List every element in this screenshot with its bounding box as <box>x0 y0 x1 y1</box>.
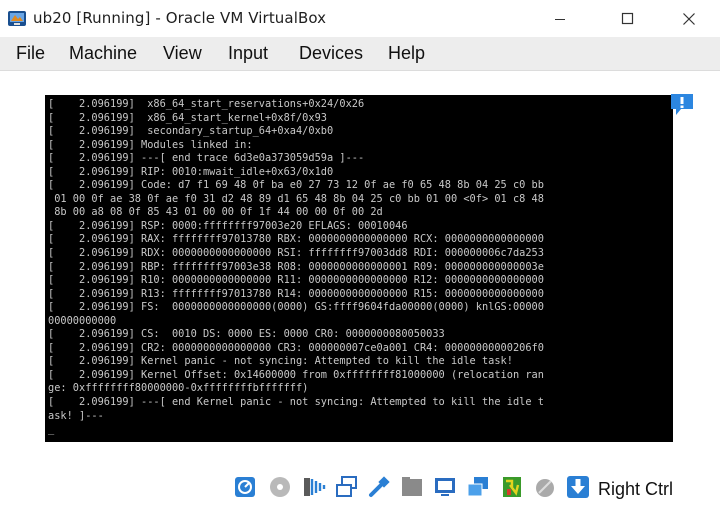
console-line: [ 2.096199] Kernel Offset: 0x14600000 fr… <box>48 368 544 381</box>
close-button[interactable] <box>666 0 712 37</box>
network-icon[interactable] <box>335 475 359 499</box>
menu-file[interactable]: File <box>16 43 45 64</box>
console-line: [ 2.096199] RAX: ffffffff97013780 RBX: 0… <box>48 233 544 246</box>
guest-console[interactable]: [ 2.096199] x86_64_start_reservations+0x… <box>45 95 673 442</box>
cpu-activity-icon[interactable] <box>500 475 524 499</box>
console-line: 00000000000 <box>48 314 117 327</box>
optical-drive-icon[interactable] <box>268 475 292 499</box>
console-line: [ 2.096199] Kernel panic - not syncing: … <box>48 355 513 368</box>
notification-exclamation-icon[interactable] <box>669 91 695 117</box>
display-icon[interactable] <box>433 475 457 499</box>
console-line: 01 00 0f ae 38 0f ae f0 31 d2 48 89 d1 6… <box>48 192 544 205</box>
close-icon <box>683 12 695 25</box>
hard-disk-icon[interactable] <box>233 475 257 499</box>
minimize-button[interactable] <box>537 0 583 37</box>
host-key-arrow-icon[interactable] <box>566 475 590 499</box>
host-key-label: Right Ctrl <box>598 479 674 499</box>
console-line: _ <box>48 423 55 436</box>
shared-folders-icon[interactable] <box>400 475 424 499</box>
vm-display-area[interactable]: [ 2.096199] x86_64_start_reservations+0x… <box>0 71 720 467</box>
menu-help[interactable]: Help <box>388 43 425 64</box>
virtualbox-icon <box>8 11 26 26</box>
console-line: [ 2.096199] FS: 0000000000000000(0000) G… <box>48 301 544 314</box>
video-capture-icon[interactable] <box>466 475 490 499</box>
usb-icon[interactable] <box>367 475 391 499</box>
console-line: [ 2.096199] x86_64_start_reservations+0x… <box>48 98 365 110</box>
maximize-button[interactable] <box>604 0 650 37</box>
console-line: ask! ]--- <box>48 409 104 422</box>
console-line: [ 2.096199] RDX: 0000000000000000 RSI: f… <box>48 247 544 260</box>
audio-icon[interactable] <box>302 475 326 499</box>
console-line: [ 2.096199] x86_64_start_kernel+0x8f/0x9… <box>48 111 327 124</box>
console-output: [ 2.096199] x86_64_start_reservations+0x… <box>48 98 544 437</box>
console-line: [ 2.096199] secondary_startup_64+0xa4/0x… <box>48 125 334 138</box>
maximize-icon <box>621 12 633 25</box>
menu-bar: File Machine View Input Devices Help <box>0 37 720 71</box>
console-line: [ 2.096199] CS: 0010 DS: 0000 ES: 0000 C… <box>48 328 445 341</box>
console-line: 8b 00 a8 08 0f 85 43 01 00 00 0f 1f 44 0… <box>48 206 383 219</box>
menu-devices[interactable]: Devices <box>299 43 363 64</box>
console-line: [ 2.096199] RSP: 0000:ffffffff97003e20 E… <box>48 219 408 232</box>
console-line: [ 2.096199] Code: d7 f1 69 48 0f ba e0 2… <box>48 179 544 192</box>
console-line: [ 2.096199] RIP: 0010:mwait_idle+0x63/0x… <box>48 165 334 178</box>
console-line: [ 2.096199] RBP: ffffffff97003e38 R08: 0… <box>48 260 544 273</box>
window-title: ub20 [Running] - Oracle VM VirtualBox <box>33 9 327 27</box>
console-line: [ 2.096199] ---[ end Kernel panic - not … <box>48 396 544 409</box>
console-line: [ 2.096199] R10: 0000000000000000 R11: 0… <box>48 274 544 287</box>
minimize-icon <box>555 18 565 20</box>
menu-input[interactable]: Input <box>228 43 268 64</box>
mouse-integration-icon[interactable] <box>533 475 557 499</box>
title-bar[interactable]: ub20 [Running] - Oracle VM VirtualBox <box>0 0 720 37</box>
console-line: [ 2.096199] ---[ end trace 6d3e0a373059d… <box>48 152 365 165</box>
menu-machine[interactable]: Machine <box>69 43 137 64</box>
console-line: [ 2.096199] R13: ffffffff97013780 R14: 0… <box>48 287 544 300</box>
console-line: ge: 0xffffffff80000000-0xffffffffbffffff… <box>48 382 309 395</box>
console-line: [ 2.096199] Modules linked in: <box>48 138 253 151</box>
console-line: [ 2.096199] CR2: 0000000000000000 CR3: 0… <box>48 341 544 354</box>
menu-view[interactable]: View <box>163 43 202 64</box>
